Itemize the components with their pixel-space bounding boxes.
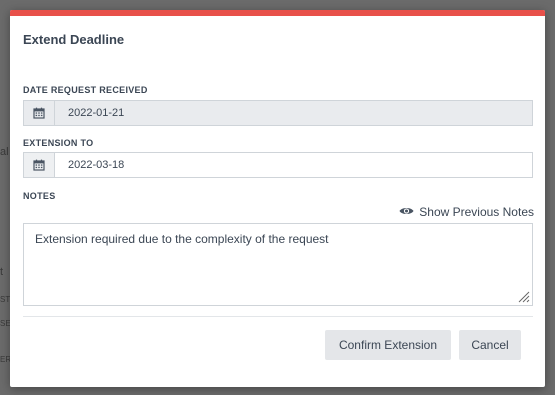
calendar-icon [24, 101, 55, 125]
extension-to-field[interactable]: 2022-03-18 [23, 152, 533, 178]
modal-accent-bar [10, 10, 545, 16]
notes-textarea[interactable]: Extension required due to the complexity… [23, 223, 533, 306]
calendar-icon[interactable] [24, 153, 55, 177]
show-previous-notes-label[interactable]: Show Previous Notes [419, 205, 534, 219]
date-received-field: 2022-01-21 [23, 100, 533, 126]
extend-deadline-modal: Extend Deadline DATE REQUEST RECEIVED 20… [10, 10, 545, 387]
date-received-value: 2022-01-21 [68, 107, 125, 119]
extension-to-label: EXTENSION TO [23, 138, 94, 148]
modal-title: Extend Deadline [23, 32, 125, 47]
footer-divider [23, 316, 533, 317]
notes-label: NOTES [23, 191, 56, 201]
resize-grip-icon[interactable] [518, 291, 530, 303]
background-text-fragment: ST [0, 295, 11, 304]
eye-icon[interactable] [399, 205, 414, 219]
date-received-label: DATE REQUEST RECEIVED [23, 85, 148, 95]
confirm-extension-button[interactable]: Confirm Extension [325, 330, 451, 360]
notes-text[interactable]: Extension required due to the complexity… [35, 232, 329, 246]
extension-to-input[interactable]: 2022-03-18 [55, 153, 532, 177]
background-text-fragment: t [0, 266, 4, 278]
cancel-button[interactable]: Cancel [459, 330, 521, 360]
background-text-fragment: al [0, 146, 9, 158]
show-previous-notes-link[interactable]: Show Previous Notes [399, 205, 534, 219]
